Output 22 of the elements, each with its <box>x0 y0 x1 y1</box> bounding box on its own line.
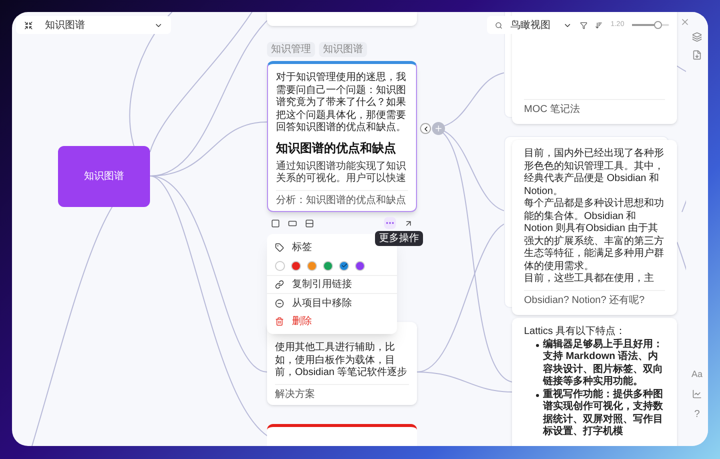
card-text: 每个产品都是多种设计思想和功能的集合体。Obsidian 和 Notion 则具有Obsidian 由于其强大的扩展系统、丰富的第三方生态等特征，能满足多种用户群体的使用需求。 <box>524 198 665 272</box>
card-footer: MOC 笔记法 <box>524 98 665 116</box>
card-text: 目前，国内外已经出现了各种形形色色的知识管理工具。其中，经典代表产品便是 Obsidian 和 Notion。 <box>524 148 665 198</box>
note-card[interactable]: 目前，国内外已经出现了各种形形色色的知识管理工具。其中，经典代表产品便是 Obsidian 和 Notion。 每个产品都是多种设计思想和功能的集合体。Obsidian 和 Notion 则具有Obsidian 由于其强大的扩展系统、丰富的第三方生态等特征，能满足多种用户群体的使用需求。 目前，这些工具都在使用，主 Obsidian? Notion? 还有呢? <box>512 140 677 315</box>
list-item-text: 编辑器足够易上手且好用：支持 Markdown 语法、内容块设计、图片标签、双向链接等多种实用功能。 <box>543 338 664 388</box>
card-text: Lattics 具有以下特点： <box>524 326 627 338</box>
card-footer: 分析：知识图谱的优点和缺点 <box>276 190 408 207</box>
list-item-text: 重视写作功能：提供多种图谱实现创作可视化，支持数据统计、双屏对照、写作目标设置、打字机模 <box>543 388 664 438</box>
menu-item[interactable]: 从项目中移除 <box>267 294 397 312</box>
card-text: 使用其他工具进行辅助，比如，使用白板作为载体，目前，Obsidian 等笔记软件逐步 <box>275 342 408 380</box>
card-text: 通过知识图谱功能实现了知识关系的可视化。用户可以快速 <box>276 160 407 186</box>
root-node[interactable]: 知识图谱 <box>58 146 150 207</box>
card-text: 目前，这些工具都在使用，主 <box>524 273 655 286</box>
card-text: 对于知识管理使用的迷思，我需要问自己一个问题：知识图谱究竟为了带来了什么？如果把这个问题具体化，那便需要回答知识图谱的优点和缺点。 <box>276 72 407 134</box>
note-card[interactable]: Lattics 具有以下特点： 编辑器足够易上手且好用：支持 Markdown 语法、内容块设计、图片标签、双向链接等多种实用功能。 重视写作功能：提供多种图谱实现创作可视化，支持数据统计、双屏对照、写作目标设置、打字机模 <box>512 318 677 446</box>
card-heading: 知识图谱的优点和缺点 <box>276 140 397 156</box>
note-card[interactable]: 对于知识管理使用的迷思，我需要问自己一个问题：知识图谱究竟为了带来了什么？如果把这个问题具体化，那便需要回答知识图谱的优点和缺点。 知识图谱的优点和缺点 通过知识图谱功能实现了知识关系的可视化。用户可以快速 分析：知识图谱的优点和缺点 <box>267 61 417 212</box>
card-footer: Obsidian? Notion? 还有呢? <box>524 290 665 307</box>
map-selector[interactable]: 知识图谱 <box>16 16 171 34</box>
tooltip: 更多操作 <box>375 231 423 246</box>
card-footer: 解决方案 <box>275 384 409 401</box>
view-selector[interactable]: 鸟瞰视图 <box>510 18 572 32</box>
